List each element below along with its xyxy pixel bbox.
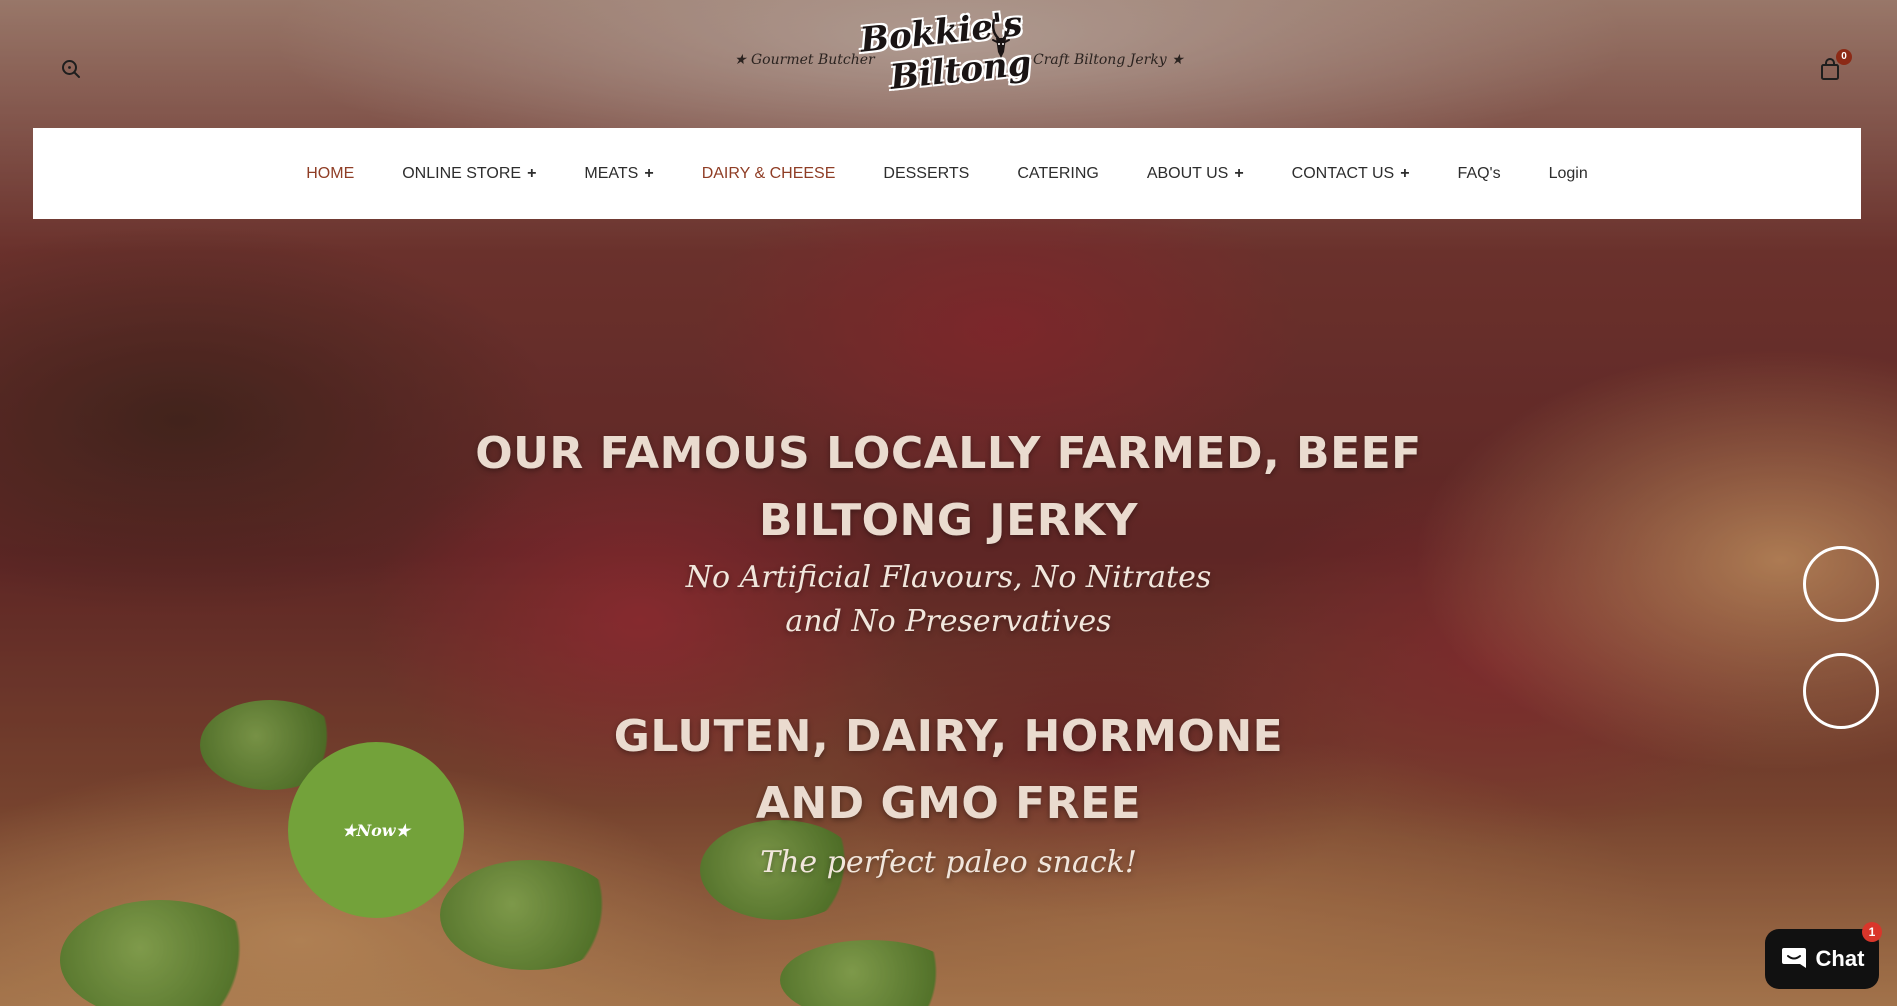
hero-headline2-line1: GLUTEN, DAIRY, HORMONE [613, 711, 1284, 762]
hero-subheadline2: The perfect paleo snack! [760, 845, 1137, 880]
submenu-plus-icon: + [1234, 164, 1244, 182]
hero-headline2-line2: AND GMO FREE [755, 778, 1142, 829]
slider-dot-2[interactable] [1803, 653, 1879, 729]
site-logo[interactable]: Bokkie's Biltong [858, 4, 1033, 112]
nav-item-faqs[interactable]: FAQ's [1458, 165, 1501, 183]
nav-item-label: ABOUT US [1146, 164, 1229, 182]
submenu-plus-icon: + [1400, 164, 1410, 182]
submenu-plus-icon: + [644, 164, 654, 182]
slider-dot-1[interactable] [1803, 546, 1879, 622]
nav-item-label: Login [1548, 164, 1588, 182]
cart-count-badge: 0 [1836, 49, 1852, 65]
hero-slide-text-primary: OUR FAMOUS LOCALLY FARMED, BEEF BILTONG … [400, 420, 1497, 644]
nav-item-contact-us[interactable]: CONTACT US + [1292, 165, 1410, 183]
antelope-icon [992, 18, 1010, 58]
nav-item-online-store[interactable]: ONLINE STORE + [402, 165, 536, 183]
main-navigation: HOME ONLINE STORE + MEATS + DAIRY & CHEE… [33, 128, 1861, 219]
search-button[interactable] [60, 58, 82, 80]
nav-item-label: DAIRY & CHEESE [701, 164, 836, 182]
hero-headline-line2: BILTONG JERKY [758, 495, 1139, 546]
now-badge-button[interactable]: ★Now★ [288, 742, 464, 918]
nav-item-about-us[interactable]: ABOUT US + [1147, 165, 1244, 183]
hero-slide-text-secondary: GLUTEN, DAIRY, HORMONE AND GMO FREE The … [400, 703, 1497, 885]
chat-unread-badge: 1 [1862, 922, 1882, 942]
nav-item-label: ONLINE STORE [402, 164, 522, 182]
nav-item-dairy-cheese[interactable]: DAIRY & CHEESE [702, 165, 836, 183]
nav-item-label: CONTACT US [1291, 164, 1395, 182]
nav-item-label: MEATS [584, 164, 639, 182]
submenu-plus-icon: + [527, 164, 537, 182]
chat-bubble-icon [1781, 948, 1806, 968]
nav-item-desserts[interactable]: DESSERTS [883, 165, 969, 183]
chat-button[interactable]: Chat [1765, 929, 1879, 989]
nav-item-catering[interactable]: CATERING [1017, 165, 1098, 183]
nav-item-label: DESSERTS [883, 164, 970, 182]
chat-label: Chat [1815, 946, 1865, 971]
nav-item-login[interactable]: Login [1549, 165, 1588, 183]
nav-item-label: HOME [306, 164, 355, 182]
nav-item-meats[interactable]: MEATS + [584, 165, 653, 183]
site-header: ★ Gourmet Butcher Bokkie's Biltong Craft… [0, 0, 1897, 128]
search-icon [62, 60, 80, 78]
tagline-gourmet-butcher: ★ Gourmet Butcher [734, 52, 875, 68]
nav-item-home[interactable]: HOME [306, 165, 354, 183]
nav-item-label: FAQ's [1457, 164, 1501, 182]
hero-headline-line1: OUR FAMOUS LOCALLY FARMED, BEEF [475, 428, 1422, 479]
tagline-craft-biltong: Craft Biltong Jerky ★ [1033, 52, 1184, 68]
now-badge-label: ★Now★ [342, 820, 410, 840]
nav-item-label: CATERING [1017, 164, 1099, 182]
hero-subheadline: No Artificial Flavours, No Nitrates and … [685, 560, 1212, 639]
